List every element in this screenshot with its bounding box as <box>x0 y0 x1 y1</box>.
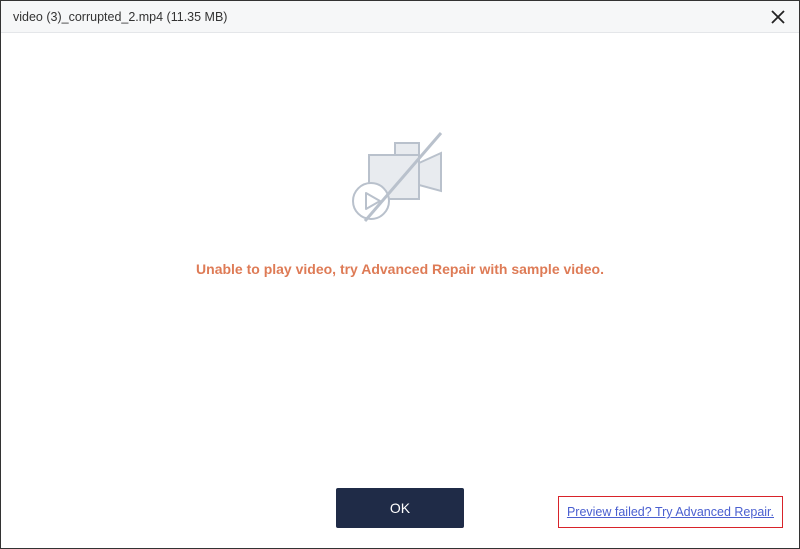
close-icon <box>771 10 785 24</box>
dialog-window: video (3)_corrupted_2.mp4 (11.35 MB) <box>0 0 800 549</box>
window-title: video (3)_corrupted_2.mp4 (11.35 MB) <box>13 10 227 24</box>
titlebar: video (3)_corrupted_2.mp4 (11.35 MB) <box>1 1 799 33</box>
advanced-repair-link[interactable]: Preview failed? Try Advanced Repair. <box>567 505 774 519</box>
broken-video-icon <box>335 123 465 233</box>
content-area: Unable to play video, try Advanced Repai… <box>1 33 799 468</box>
footer: OK Preview failed? Try Advanced Repair. <box>1 468 799 548</box>
ok-button[interactable]: OK <box>336 488 464 528</box>
error-message: Unable to play video, try Advanced Repai… <box>196 261 604 277</box>
advanced-repair-highlight: Preview failed? Try Advanced Repair. <box>558 496 783 528</box>
close-button[interactable] <box>767 6 789 28</box>
